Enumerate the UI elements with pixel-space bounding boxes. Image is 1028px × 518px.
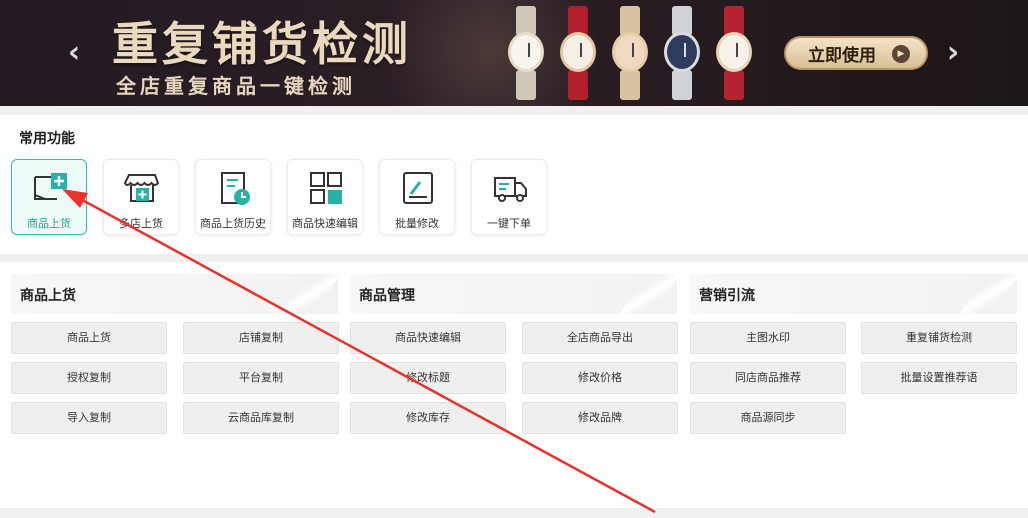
function-groups: 商品上货 商品上货 店铺复制 授权复制 平台复制 导入复制 云商品库复制 商品管… <box>0 262 1028 508</box>
tile-label: 一键下单 <box>487 217 531 230</box>
watch-image <box>661 6 703 100</box>
tile-label: 批量修改 <box>395 217 439 230</box>
button-quick-edit[interactable]: 商品快速编辑 <box>350 322 506 354</box>
button-platform-copy[interactable]: 平台复制 <box>183 362 339 394</box>
button-export-all[interactable]: 全店商品导出 <box>522 322 678 354</box>
button-duplicate-check[interactable]: 重复铺货检测 <box>861 322 1017 354</box>
use-now-button[interactable]: 立即使用 ▶ <box>784 36 928 70</box>
tile-label: 多店上货 <box>119 217 163 230</box>
button-edit-price[interactable]: 修改价格 <box>522 362 678 394</box>
tile-label: 商品上货历史 <box>200 217 266 230</box>
button-edit-title[interactable]: 修改标题 <box>350 362 506 394</box>
group-title: 营销引流 <box>699 288 755 304</box>
button-import-copy[interactable]: 导入复制 <box>11 402 167 434</box>
grid-edit-icon <box>310 172 342 204</box>
group-header-product-upload: 商品上货 <box>11 274 338 314</box>
button-product-upload[interactable]: 商品上货 <box>11 322 167 354</box>
tile-quick-edit[interactable]: 商品快速编辑 <box>287 159 363 235</box>
button-edit-stock[interactable]: 修改库存 <box>350 402 506 434</box>
banner-title: 重复铺货检测 <box>112 17 412 71</box>
watch-image <box>505 6 547 100</box>
button-same-store-recommend[interactable]: 同店商品推荐 <box>690 362 846 394</box>
button-edit-brand[interactable]: 修改品牌 <box>522 402 678 434</box>
button-cloud-library-copy[interactable]: 云商品库复制 <box>183 402 339 434</box>
tile-add-product[interactable]: 商品上货 <box>11 159 87 235</box>
use-now-label: 立即使用 <box>808 45 876 66</box>
tile-multi-store[interactable]: 多店上货 <box>103 159 179 235</box>
tile-label: 商品上货 <box>27 217 71 230</box>
chevron-right-icon[interactable]: › <box>941 36 965 70</box>
group-title: 商品管理 <box>359 288 415 304</box>
banner-subtitle: 全店重复商品一键检测 <box>116 74 356 98</box>
watch-image <box>609 6 651 100</box>
promo-banner[interactable]: ‹ 重复铺货检测 全店重复商品一键检测 立即使用 ▶ › <box>0 0 1028 106</box>
chevron-left-icon[interactable]: ‹ <box>62 36 86 70</box>
common-functions: 常用功能 商品上货 多店上货 商品上货历史 商品快速编辑 批量修改 一键下单 <box>0 115 1028 254</box>
batch-edit-icon <box>403 172 433 204</box>
tile-one-click-order[interactable]: 一键下单 <box>471 159 547 235</box>
tile-label: 商品快速编辑 <box>292 217 358 230</box>
group-title: 商品上货 <box>20 288 76 304</box>
watch-image <box>713 6 755 100</box>
bottom-divider <box>0 508 1028 518</box>
common-functions-heading: 常用功能 <box>19 131 75 147</box>
store-add-icon <box>123 174 160 202</box>
button-main-image-watermark[interactable]: 主图水印 <box>690 322 846 354</box>
group-header-marketing: 营销引流 <box>690 274 1017 314</box>
watch-image <box>557 6 599 100</box>
button-source-sync[interactable]: 商品源同步 <box>690 402 846 434</box>
watch-images <box>505 6 765 100</box>
button-store-copy[interactable]: 店铺复制 <box>183 322 339 354</box>
tile-upload-history[interactable]: 商品上货历史 <box>195 159 271 235</box>
button-authorized-copy[interactable]: 授权复制 <box>11 362 167 394</box>
truck-icon <box>494 177 527 202</box>
add-product-icon <box>34 173 67 200</box>
group-header-product-management: 商品管理 <box>350 274 677 314</box>
play-icon: ▶ <box>892 45 910 63</box>
history-icon <box>221 172 250 205</box>
tile-batch-edit[interactable]: 批量修改 <box>379 159 455 235</box>
button-batch-recommend-text[interactable]: 批量设置推荐语 <box>861 362 1017 394</box>
